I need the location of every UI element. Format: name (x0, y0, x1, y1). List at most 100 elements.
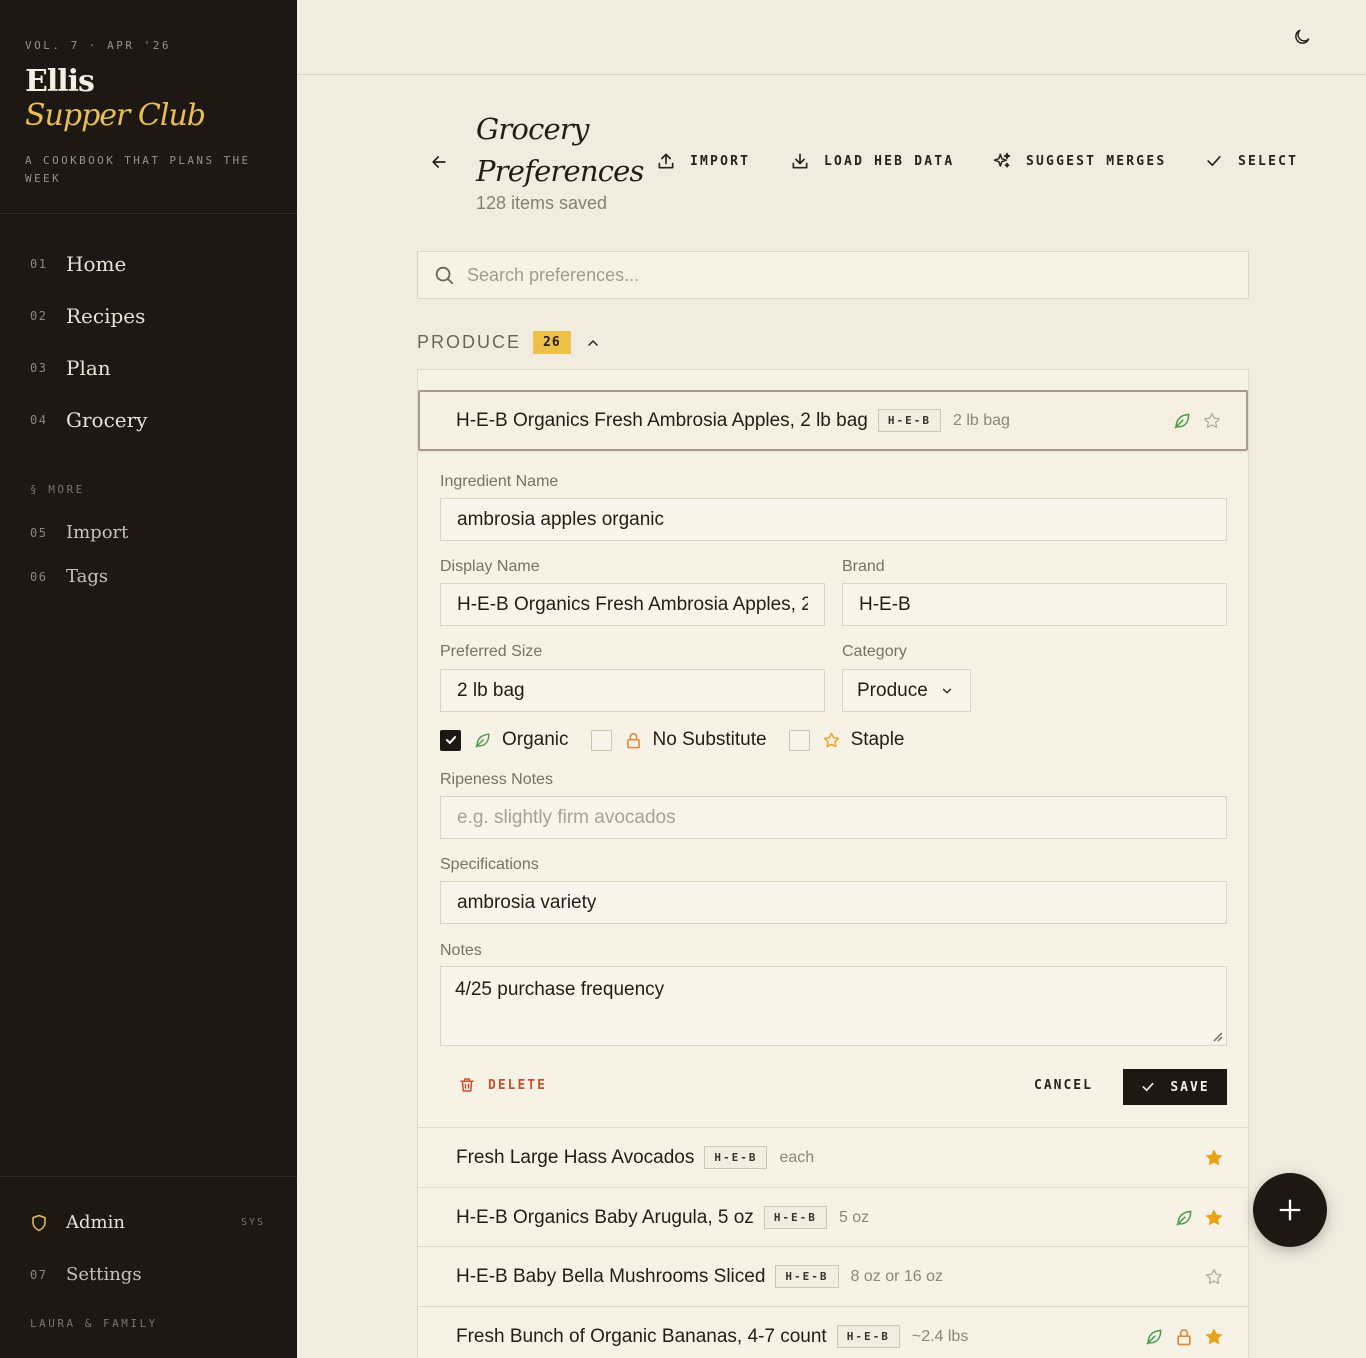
item-name: Fresh Bunch of Organic Bananas, 4-7 coun… (456, 1325, 827, 1347)
nav-label: Home (66, 252, 127, 276)
no-substitute-checkbox[interactable] (590, 729, 612, 751)
preferred-size-input[interactable] (440, 669, 825, 712)
nav-item-home[interactable]: 01 Home (30, 252, 126, 276)
chevron-up-icon[interactable] (585, 335, 601, 351)
item-name: H-E-B Organics Baby Arugula, 5 oz (456, 1206, 754, 1228)
display-name-label: Display Name (440, 558, 540, 575)
shield-icon (32, 1214, 46, 1231)
admin-label: Admin (66, 1212, 125, 1233)
cancel-button[interactable]: CANCEL (1034, 1078, 1093, 1093)
nav-item-settings[interactable]: 07 Settings (30, 1264, 142, 1285)
delete-button[interactable]: DELETE (458, 1076, 547, 1094)
nav-item-grocery[interactable]: 04 Grocery (30, 408, 147, 432)
resize-handle-icon[interactable] (1211, 1030, 1223, 1042)
household-label: LAURA & FAMILY (30, 1317, 158, 1330)
display-name-input[interactable] (440, 583, 825, 626)
brand-input[interactable] (842, 583, 1227, 626)
produce-section-header[interactable]: PRODUCE 26 (417, 331, 601, 354)
save-button[interactable]: SAVE (1123, 1069, 1227, 1105)
item-name: H-E-B Baby Bella Mushrooms Sliced (456, 1265, 766, 1287)
import-label: IMPORT (690, 153, 751, 169)
moon-icon[interactable] (1292, 27, 1312, 47)
nav-item-import[interactable]: 05 Import (30, 522, 128, 543)
back-arrow-icon[interactable] (429, 152, 449, 172)
no-substitute-flag[interactable]: No Substitute (590, 729, 767, 751)
select-label: SELECT (1238, 153, 1299, 169)
nav-label: Grocery (66, 408, 148, 432)
category-select[interactable]: Produce (842, 669, 971, 712)
chevron-down-icon (942, 688, 951, 693)
nav-label: Import (66, 522, 129, 543)
star-filled-icon[interactable] (1204, 1327, 1224, 1347)
item-size: each (779, 1148, 815, 1166)
top-bar (297, 0, 1366, 75)
flags-row: Organic No Substitute Staple (440, 729, 926, 751)
list-item[interactable]: Fresh Large Hass Avocados H-E-B each (418, 1127, 1248, 1187)
star-outline-icon[interactable] (1204, 1267, 1224, 1287)
search-bar[interactable] (417, 251, 1249, 299)
section-count-badge: 26 (533, 331, 571, 354)
list-item[interactable]: H-E-B Baby Bella Mushrooms Sliced H-E-B … (418, 1246, 1248, 1306)
nav-item-admin[interactable]: Admin SYS (30, 1212, 265, 1233)
list-item[interactable]: Fresh Bunch of Organic Bananas, 4-7 coun… (418, 1306, 1248, 1358)
add-item-button[interactable] (1253, 1173, 1327, 1247)
preferred-size-label: Preferred Size (440, 643, 543, 660)
ingredient-name-input[interactable] (440, 498, 1227, 541)
item-name: H-E-B Organics Fresh Ambrosia Apples, 2 … (456, 409, 868, 431)
brand-tag: H-E-B (775, 1265, 839, 1288)
checkmark-icon (445, 736, 456, 744)
leaf-icon (1176, 1210, 1192, 1225)
nav-item-plan[interactable]: 03 Plan (30, 356, 111, 380)
item-name: Fresh Large Hass Avocados (456, 1146, 695, 1168)
nav-number: 05 (30, 525, 48, 540)
lock-icon (626, 732, 640, 748)
upload-icon (658, 153, 674, 169)
leaf-icon (1146, 1329, 1162, 1344)
star-filled-icon[interactable] (1204, 1208, 1224, 1228)
download-icon (792, 153, 808, 169)
nav-label: Settings (66, 1264, 142, 1285)
ripeness-notes-label: Ripeness Notes (440, 771, 553, 788)
trash-icon (460, 1078, 474, 1092)
section-name: PRODUCE (417, 332, 522, 352)
check-icon (1142, 1082, 1154, 1092)
load-heb-label: LOAD HEB DATA (824, 153, 955, 169)
sidebar-divider (0, 213, 297, 214)
nav-number: 07 (30, 1267, 48, 1282)
staple-flag[interactable]: Staple (788, 729, 904, 751)
no-substitute-label: No Substitute (652, 729, 767, 750)
list-item[interactable]: H-E-B Organics Baby Arugula, 5 oz H-E-B … (418, 1187, 1248, 1247)
selected-list-item[interactable]: H-E-B Organics Fresh Ambrosia Apples, 2 … (418, 390, 1248, 451)
organic-checkbox[interactable] (440, 729, 461, 751)
nav-label: Plan (66, 356, 111, 380)
brand-tagline: A COOKBOOK THAT PLANS THE WEEK (25, 154, 251, 185)
check-icon (1207, 156, 1221, 166)
star-filled-icon[interactable] (1204, 1148, 1224, 1168)
nav-item-recipes[interactable]: 02 Recipes (30, 304, 145, 328)
suggest-merges-label: SUGGEST MERGES (1026, 153, 1167, 169)
ripeness-notes-input[interactable] (440, 796, 1227, 839)
brand-title[interactable]: Ellis (25, 64, 95, 99)
organic-flag[interactable]: Organic (440, 729, 569, 751)
specifications-input[interactable] (440, 881, 1227, 924)
select-button[interactable]: SELECT (1204, 151, 1298, 171)
star-outline-icon (823, 732, 839, 747)
load-heb-data-button[interactable]: LOAD HEB DATA (790, 151, 954, 171)
category-label: Category (842, 643, 907, 660)
staple-checkbox[interactable] (788, 729, 810, 751)
item-size: 2 lb bag (952, 411, 1010, 429)
leaf-icon (1174, 413, 1190, 428)
brand-tag: H-E-B (836, 1325, 900, 1348)
nav-number: 04 (30, 413, 48, 427)
search-input[interactable] (467, 264, 1227, 286)
brand-subtitle[interactable]: Supper Club (25, 98, 206, 133)
suggest-merges-button[interactable]: SUGGEST MERGES (992, 151, 1166, 171)
sidebar-divider (0, 1176, 297, 1177)
import-button[interactable]: IMPORT (656, 151, 750, 171)
notes-textarea[interactable]: 4/25 purchase frequency (440, 966, 1227, 1046)
nav-item-tags[interactable]: 06 Tags (30, 566, 108, 587)
items-count: 128 items saved (476, 193, 608, 213)
star-outline-icon[interactable] (1202, 411, 1222, 431)
plus-icon (1279, 1199, 1301, 1221)
nav-number: 03 (30, 361, 48, 375)
